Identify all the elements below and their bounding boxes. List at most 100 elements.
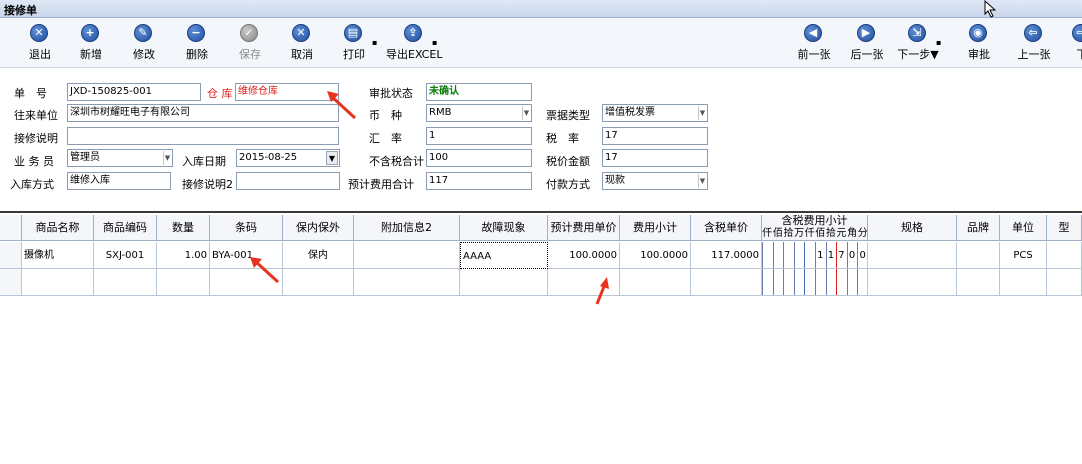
tax-field[interactable]: 17 — [602, 127, 708, 145]
dropdown-dot-icon[interactable]: ▪ — [936, 38, 941, 47]
grid-cell[interactable] — [157, 269, 210, 296]
edit-icon-glyph: ✎ — [138, 26, 148, 39]
exit-icon: ✕ — [30, 24, 48, 42]
dropdown-dot-icon[interactable]: ▪ — [432, 38, 437, 47]
grid-cell[interactable] — [957, 269, 1000, 296]
column-header[interactable]: 含税费用小计仟佰拾万仟佰拾元角分 — [762, 215, 868, 241]
grid-cell[interactable]: 11700 — [762, 242, 868, 269]
grid-cell[interactable]: 117.0000 — [691, 242, 762, 269]
order-no-field[interactable]: JXD-150825-001 — [67, 83, 201, 101]
column-header[interactable]: 预计费用单价 — [548, 215, 620, 241]
toolbar-button-save: ✓ 保存 — [228, 18, 272, 66]
toolbar-button-exit[interactable]: ✕ 退出 — [18, 18, 62, 66]
digit-header: 元 — [836, 228, 847, 239]
toolbar-button-export-excel[interactable]: ⇪ 导出EXCEL ▪ — [386, 18, 442, 66]
grid-cell[interactable] — [691, 269, 762, 296]
grid-cell[interactable] — [94, 269, 157, 296]
grid-cell[interactable] — [283, 269, 354, 296]
column-header[interactable]: 商品名称 — [22, 215, 94, 241]
column-header[interactable]: 单位 — [1000, 215, 1047, 241]
digit-header: 万 — [794, 228, 805, 239]
date-picker[interactable]: 2015-08-25 ▼ — [236, 149, 340, 167]
annotation-arrow-icon — [327, 91, 357, 120]
digit-separator — [772, 269, 774, 295]
grid-cell[interactable] — [354, 269, 460, 296]
grid-cell[interactable] — [957, 242, 1000, 269]
column-header[interactable]: 规格 — [868, 215, 957, 241]
grid-cell[interactable]: SXJ-001 — [94, 242, 157, 269]
column-header[interactable]: 条码 — [210, 215, 283, 241]
grid-cell[interactable]: 100.0000 — [620, 242, 691, 269]
toolbar-label: 新增 — [80, 48, 102, 61]
calendar-dropdown-icon[interactable]: ▼ — [326, 151, 338, 165]
toolbar-button-next[interactable]: ▶ 后一张 — [845, 18, 889, 66]
toolbar-button-next-step[interactable]: ⇲ 下一步▼ ▪ — [896, 18, 941, 66]
date-value: 2015-08-25 — [239, 152, 298, 163]
chevron-down-icon[interactable]: ▼ — [698, 174, 706, 188]
grid-cell[interactable] — [620, 269, 691, 296]
grid-cell[interactable]: 保内 — [283, 242, 354, 269]
tax-label: 税 率 — [546, 132, 579, 145]
save-icon: ✓ — [240, 24, 258, 42]
grid-cell[interactable] — [868, 242, 957, 269]
partner-field[interactable]: 深圳市树耀旺电子有限公司 — [67, 104, 339, 122]
annotation-arrow-icon — [595, 277, 609, 305]
column-header[interactable]: 数量 — [157, 215, 210, 241]
row-header[interactable] — [0, 242, 22, 269]
invoice-type-select[interactable]: 增值税发票 ▼ — [602, 104, 708, 122]
toolbar-label: 打印 — [343, 48, 365, 61]
row-header[interactable] — [0, 269, 22, 296]
column-header[interactable]: 含税单价 — [691, 215, 762, 241]
column-header[interactable]: 费用小计 — [620, 215, 691, 241]
grid-cell[interactable]: 100.0000 — [548, 242, 620, 269]
repair-note2-label: 接修说明2 — [182, 178, 233, 191]
toolbar-button-print[interactable]: ▤ 打印 ▪ — [332, 18, 377, 66]
column-header[interactable]: 型 — [1047, 215, 1082, 241]
toolbar-button-add[interactable]: + 新增 — [69, 18, 113, 66]
repair-note2-field[interactable] — [236, 172, 340, 190]
warehouse-field[interactable]: 维修仓库 — [235, 83, 339, 101]
toolbar-button-cancel[interactable]: ✕ 取消 — [280, 18, 324, 66]
toolbar-button-previous[interactable]: ◀ 前一张 — [792, 18, 836, 66]
column-header[interactable]: 品牌 — [957, 215, 1000, 241]
print-icon-glyph: ▤ — [347, 26, 359, 39]
grid-cell[interactable] — [354, 242, 460, 269]
grid-cell[interactable] — [1047, 242, 1082, 269]
chevron-down-icon[interactable]: ▼ — [522, 106, 530, 120]
toolbar-button-down[interactable]: ⇨下 — [1060, 18, 1082, 66]
column-header[interactable]: 故障现象 — [460, 215, 548, 241]
toolbar-button-up[interactable]: ⇦ 上一张 — [1012, 18, 1056, 66]
grid-cell[interactable]: PCS — [1000, 242, 1047, 269]
chevron-down-icon[interactable]: ▼ — [698, 106, 706, 120]
staff-select[interactable]: 管理员 ▼ — [67, 149, 173, 167]
estimate-total-label: 预计费用合计 — [348, 178, 414, 191]
grid-cell[interactable] — [868, 269, 957, 296]
toolbar-button-edit[interactable]: ✎ 修改 — [122, 18, 166, 66]
entry-mode-field[interactable]: 维修入库 — [67, 172, 171, 190]
grid-cell[interactable]: 1.00 — [157, 242, 210, 269]
column-header[interactable]: 附加信息2 — [354, 215, 460, 241]
grid-cell[interactable] — [460, 269, 548, 296]
grid-cell[interactable]: AAAA — [460, 242, 548, 269]
payment-select[interactable]: 现款 ▼ — [602, 172, 708, 190]
grid-cell[interactable]: 摄像机 — [22, 242, 94, 269]
rate-field[interactable]: 1 — [426, 127, 532, 145]
dropdown-dot-icon[interactable]: ▪ — [372, 38, 377, 47]
digit-separator — [804, 269, 806, 295]
currency-select[interactable]: RMB ▼ — [426, 104, 532, 122]
chevron-down-icon[interactable]: ▼ — [163, 151, 171, 165]
grid-cell[interactable] — [1047, 269, 1082, 296]
digit-separator — [825, 269, 827, 295]
column-header[interactable]: 商品编码 — [94, 215, 157, 241]
column-header[interactable]: 保内保外 — [283, 215, 354, 241]
grid-cell[interactable] — [1000, 269, 1047, 296]
annotation-arrow-icon — [250, 257, 280, 284]
toolbar-button-approve[interactable]: ◉ 审批 — [957, 18, 1001, 66]
export-excel-icon: ⇪ — [404, 24, 422, 42]
warehouse-label: 仓 库 — [207, 87, 233, 100]
repair-note-field[interactable] — [67, 127, 339, 145]
grid-cell[interactable] — [762, 269, 868, 296]
digit-value: 0 — [848, 250, 856, 261]
grid-cell[interactable] — [22, 269, 94, 296]
toolbar-button-delete[interactable]: − 删除 — [175, 18, 219, 66]
